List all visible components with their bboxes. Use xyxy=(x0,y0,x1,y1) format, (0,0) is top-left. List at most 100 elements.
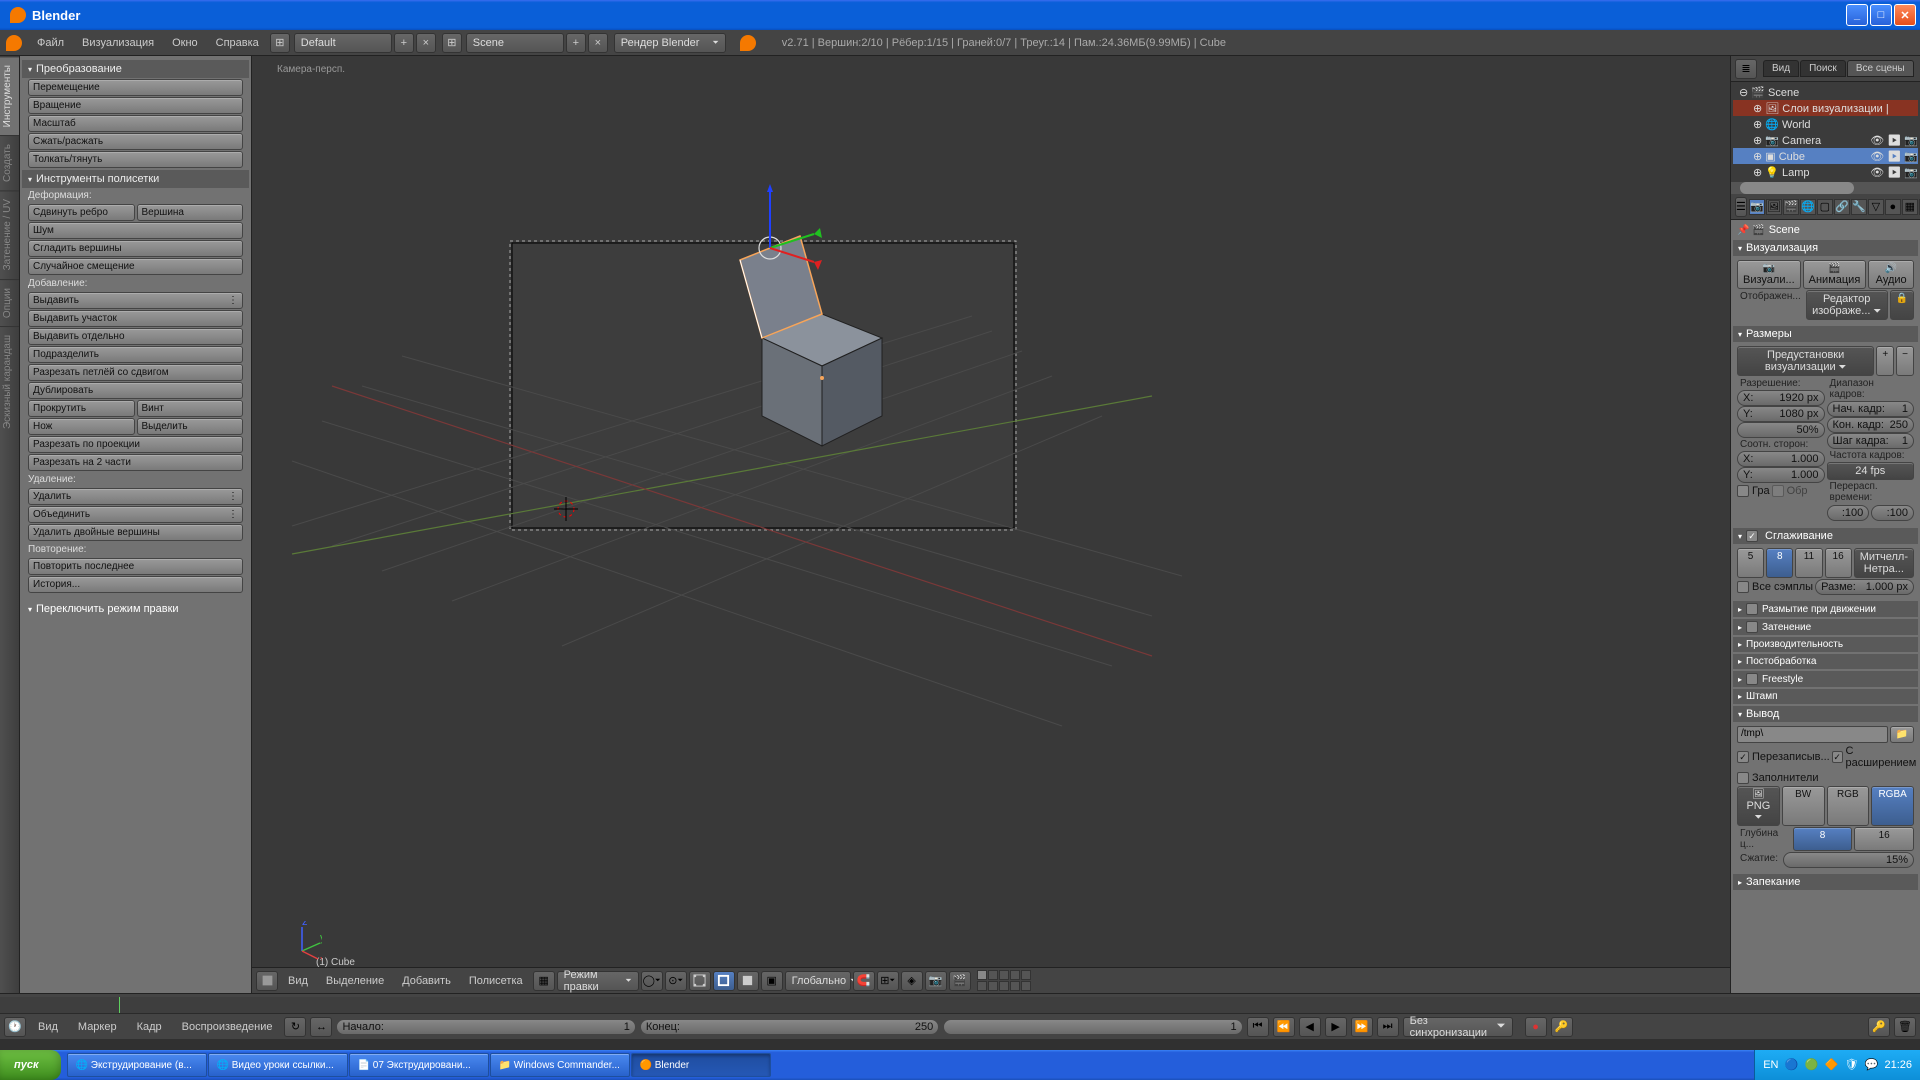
btn-randomize[interactable]: Случайное смещение xyxy=(28,258,243,275)
vp-menu-select[interactable]: Выделение xyxy=(318,972,392,990)
btn-delete-dd[interactable]: Удалить xyxy=(28,488,243,505)
panel-collapsed-header[interactable]: Постобработка xyxy=(1733,654,1918,669)
aa-5[interactable]: 5 xyxy=(1737,548,1764,578)
layer-btn[interactable] xyxy=(1010,981,1020,991)
layer-btn[interactable] xyxy=(999,981,1009,991)
btn-smooth-vertex[interactable]: Сгладить вершины xyxy=(28,240,243,257)
num-compression[interactable]: 15% xyxy=(1783,852,1914,868)
layer-btn[interactable] xyxy=(988,981,998,991)
outliner-item[interactable]: ⊕ 💡 Lamp👁 ▶ 📷 xyxy=(1733,164,1918,180)
preset-remove-button[interactable]: − xyxy=(1896,346,1914,376)
depth-8[interactable]: 8 xyxy=(1793,827,1853,851)
btn-merge-dd[interactable]: Объединить xyxy=(28,506,243,523)
vp-menu-view[interactable]: Вид xyxy=(280,972,316,990)
pivot-dd[interactable]: ⊙⏷ xyxy=(665,971,687,991)
aa-filter-dd[interactable]: Митчелл-Нетра... xyxy=(1854,548,1914,578)
btn-push-pull[interactable]: Толкать/тянуть xyxy=(28,151,243,168)
tl-menu-frame[interactable]: Кадр xyxy=(129,1018,170,1036)
prev-key-icon[interactable]: ⏪ xyxy=(1273,1017,1295,1037)
snap-element-dd[interactable]: ⊞⏷ xyxy=(877,971,899,991)
format-dropdown[interactable]: 🖼 PNG ⏷ xyxy=(1737,786,1780,826)
panel-transform-header[interactable]: Преобразование xyxy=(22,60,249,78)
btn-duplicate[interactable]: Дублировать xyxy=(28,382,243,399)
layer-btn[interactable] xyxy=(977,970,987,980)
mode-rgb[interactable]: RGB xyxy=(1827,786,1870,826)
ctx-modifiers-icon[interactable]: 🔧 xyxy=(1851,199,1867,215)
num-remap-old[interactable]: :100 xyxy=(1827,505,1870,521)
aa-16[interactable]: 16 xyxy=(1825,548,1852,578)
check-border[interactable]: Гра xyxy=(1737,484,1770,498)
layer-btn[interactable] xyxy=(977,981,987,991)
vtab-tools[interactable]: Инструменты xyxy=(0,56,19,135)
vp-menu-add[interactable]: Добавить xyxy=(394,972,459,990)
next-key-icon[interactable]: ⏩ xyxy=(1351,1017,1373,1037)
btn-extrude-indiv[interactable]: Выдавить отдельно xyxy=(28,328,243,345)
num-aspect-x[interactable]: X:1.000 xyxy=(1737,451,1825,467)
num-frame-step[interactable]: Шаг кадра:1 xyxy=(1827,433,1915,449)
tl-menu-playback[interactable]: Воспроизведение xyxy=(174,1018,281,1036)
check-crop[interactable]: Обр xyxy=(1772,484,1808,498)
close-button[interactable]: ✕ xyxy=(1894,4,1916,26)
num-current-frame[interactable]: 1 xyxy=(943,1019,1242,1035)
scene-browse-button[interactable]: ⊞ xyxy=(442,33,462,53)
ctx-data-icon[interactable]: ▽ xyxy=(1868,199,1884,215)
menu-help[interactable]: Справка xyxy=(207,34,268,52)
check-extensions[interactable]: ✓С расширением xyxy=(1832,744,1918,770)
jump-end-icon[interactable]: ⏭ xyxy=(1377,1017,1399,1037)
taskbar-app-button[interactable]: 📁 Windows Commander... xyxy=(490,1053,630,1077)
outliner-item[interactable]: ⊕ 📷 Camera👁 ▶ 📷 xyxy=(1733,132,1918,148)
num-aspect-y[interactable]: Y:1.000 xyxy=(1737,467,1825,483)
outliner-tab-search[interactable]: Поиск xyxy=(1800,60,1846,77)
orientation-dropdown[interactable]: Глобально⏷ xyxy=(785,971,851,991)
btn-loopcut-slide[interactable]: Разрезать петлёй со сдвигом xyxy=(28,364,243,381)
taskbar-app-button[interactable]: 📄 07 Экструдировани... xyxy=(349,1053,489,1077)
num-filtersize[interactable]: Разме:1.000 px xyxy=(1815,579,1914,595)
limit-select-visible[interactable]: ▣ xyxy=(761,971,783,991)
layer-btn[interactable] xyxy=(999,970,1009,980)
btn-history[interactable]: История... xyxy=(28,576,243,593)
layout-add-button[interactable]: + xyxy=(394,33,414,53)
ctx-object-icon[interactable]: ▢ xyxy=(1817,199,1833,215)
render-anim-button[interactable]: 🎬 xyxy=(949,971,971,991)
key-insert-icon[interactable]: 🔑 xyxy=(1868,1017,1890,1037)
num-remap-new[interactable]: :100 xyxy=(1871,505,1914,521)
btn-subdivide[interactable]: Подразделить xyxy=(28,346,243,363)
tray-icon[interactable]: 🔵 xyxy=(1784,1058,1798,1072)
btn-translate[interactable]: Перемещение xyxy=(28,79,243,96)
num-end-frame[interactable]: Конец:250 xyxy=(640,1019,939,1035)
num-res-y[interactable]: Y:1080 px xyxy=(1737,406,1825,422)
scene-add-button[interactable]: + xyxy=(566,33,586,53)
num-frame-end[interactable]: Кон. кадр:250 xyxy=(1827,417,1915,433)
btn-knife-project[interactable]: Разрезать по проекции xyxy=(28,436,243,453)
vtab-shading-uv[interactable]: Затенение / UV xyxy=(0,190,19,278)
layer-btn[interactable] xyxy=(1010,970,1020,980)
panel-dimensions-header[interactable]: Размеры xyxy=(1733,326,1918,342)
fps-dropdown[interactable]: 24 fps xyxy=(1827,462,1915,480)
editor-type-3dview-icon[interactable] xyxy=(256,971,278,991)
display-dropdown[interactable]: Редактор изображе... ⏷ xyxy=(1806,290,1888,320)
start-button[interactable]: пуск xyxy=(0,1050,61,1080)
outliner-item[interactable]: ⊕ 🖼 Слои визуализации | xyxy=(1733,100,1918,116)
clock[interactable]: 21:26 xyxy=(1884,1059,1912,1071)
panel-render-header[interactable]: Визуализация xyxy=(1733,240,1918,256)
mode-dropdown[interactable]: Режим правки⏷ xyxy=(557,971,639,991)
btn-repeat-last[interactable]: Повторить последнее xyxy=(28,558,243,575)
layer-btn[interactable] xyxy=(1021,981,1031,991)
shading-dd[interactable]: ◯⏷ xyxy=(641,971,663,991)
btn-spin[interactable]: Прокрутить xyxy=(28,400,135,417)
menu-file[interactable]: Файл xyxy=(28,34,73,52)
num-frame-start[interactable]: Нач. кадр:1 xyxy=(1827,401,1915,417)
minimize-button[interactable]: _ xyxy=(1846,4,1868,26)
ctx-texture-icon[interactable]: ▦ xyxy=(1902,199,1918,215)
taskbar-app-button[interactable]: 🌐 Экструдирование (в... xyxy=(67,1053,207,1077)
layout-dropdown[interactable]: Default xyxy=(294,33,392,53)
ctx-scene-icon[interactable]: 🎬 xyxy=(1783,199,1799,215)
ctx-material-icon[interactable]: ● xyxy=(1885,199,1901,215)
scene-remove-button[interactable]: × xyxy=(588,33,608,53)
autoplay-icon[interactable]: ↻ xyxy=(284,1017,306,1037)
mesh-select-edge[interactable] xyxy=(713,971,735,991)
ctx-constraints-icon[interactable]: 🔗 xyxy=(1834,199,1850,215)
mode-rgba[interactable]: RGBA xyxy=(1871,786,1914,826)
outliner-tab-view[interactable]: Вид xyxy=(1763,60,1799,77)
outliner-item[interactable]: ⊕ 🌐 World xyxy=(1733,116,1918,132)
